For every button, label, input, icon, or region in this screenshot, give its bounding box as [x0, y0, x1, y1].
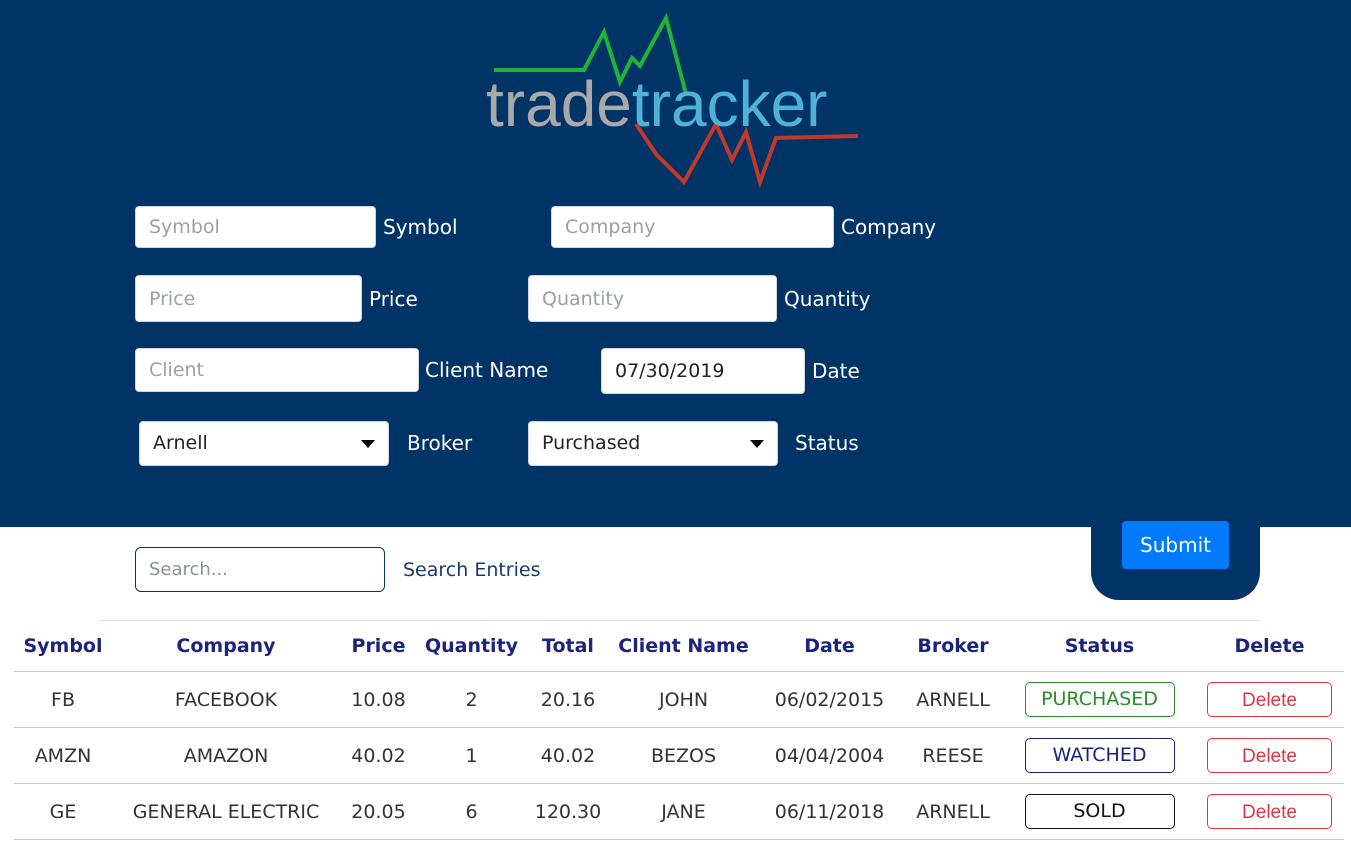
- company-input[interactable]: [551, 206, 834, 248]
- cell-price: 20.05: [340, 783, 417, 840]
- cell-status: SOLD: [1004, 783, 1195, 840]
- search-input[interactable]: [135, 547, 385, 592]
- tradetracker-logo: tradetracker: [486, 12, 859, 189]
- date-input[interactable]: [601, 348, 805, 394]
- client-name-label: Client Name: [425, 358, 549, 382]
- symbol-input[interactable]: [135, 206, 376, 248]
- svg-text:tradetracker: tradetracker: [486, 68, 827, 140]
- status-badge[interactable]: SOLD: [1024, 794, 1175, 829]
- cell-status: PURCHASED: [1004, 671, 1195, 728]
- symbol-label: Symbol: [383, 215, 458, 239]
- cell-quantity: 2: [417, 671, 526, 728]
- table-header-row: Symbol Company Price Quantity Total Clie…: [14, 621, 1344, 672]
- cell-date: 04/04/2004: [757, 727, 902, 784]
- cell-symbol: GE: [14, 783, 112, 840]
- trades-table: Symbol Company Price Quantity Total Clie…: [14, 621, 1344, 840]
- column-header-date[interactable]: Date: [757, 621, 902, 672]
- cell-delete: Delete: [1195, 671, 1344, 728]
- cell-total: 20.16: [526, 671, 610, 728]
- status-select[interactable]: Purchased: [528, 421, 778, 466]
- quantity-input[interactable]: [528, 275, 777, 322]
- delete-button[interactable]: Delete: [1207, 682, 1332, 717]
- chevron-down-icon: [361, 440, 375, 448]
- price-input[interactable]: [135, 275, 362, 322]
- client-input[interactable]: [135, 348, 419, 392]
- cell-broker: ARNELL: [902, 671, 1004, 728]
- cell-client: BEZOS: [610, 727, 757, 784]
- column-header-price[interactable]: Price: [340, 621, 417, 672]
- table-row: FB FACEBOOK 10.08 2 20.16 JOHN 06/02/201…: [14, 671, 1344, 728]
- cell-quantity: 1: [417, 727, 526, 784]
- cell-date: 06/02/2015: [757, 671, 902, 728]
- price-label: Price: [369, 287, 418, 311]
- cell-price: 40.02: [340, 727, 417, 784]
- broker-label: Broker: [407, 431, 473, 455]
- broker-select-value: Arnell: [153, 432, 208, 454]
- broker-select[interactable]: Arnell: [139, 421, 389, 466]
- cell-total: 120.30: [526, 783, 610, 840]
- status-select-value: Purchased: [542, 432, 641, 454]
- status-badge[interactable]: PURCHASED: [1024, 682, 1175, 717]
- cell-delete: Delete: [1195, 727, 1344, 784]
- logo-text-tracker: tracker: [632, 68, 828, 140]
- table-row: AMZN AMAZON 40.02 1 40.02 BEZOS 04/04/20…: [14, 727, 1344, 784]
- chevron-down-icon: [750, 440, 764, 448]
- cell-client: JANE: [610, 783, 757, 840]
- column-header-delete: Delete: [1195, 621, 1344, 672]
- company-label: Company: [841, 215, 937, 239]
- column-header-broker[interactable]: Broker: [902, 621, 1004, 672]
- column-header-status[interactable]: Status: [1004, 621, 1195, 672]
- cell-date: 06/11/2018: [757, 783, 902, 840]
- cell-company: AMAZON: [112, 727, 340, 784]
- quantity-label: Quantity: [784, 287, 871, 311]
- header-panel: tradetracker Symbol Company Price Quanti…: [0, 0, 1351, 527]
- column-header-client-name[interactable]: Client Name: [610, 621, 757, 672]
- column-header-total[interactable]: Total: [526, 621, 610, 672]
- cell-total: 40.02: [526, 727, 610, 784]
- logo-text-trade: trade: [486, 68, 632, 140]
- cell-client: JOHN: [610, 671, 757, 728]
- cell-company: GENERAL ELECTRIC: [112, 783, 340, 840]
- column-header-quantity[interactable]: Quantity: [417, 621, 526, 672]
- cell-symbol: FB: [14, 671, 112, 728]
- column-header-symbol[interactable]: Symbol: [14, 621, 112, 672]
- cell-symbol: AMZN: [14, 727, 112, 784]
- cell-delete: Delete: [1195, 783, 1344, 840]
- cell-price: 10.08: [340, 671, 417, 728]
- table-row: GE GENERAL ELECTRIC 20.05 6 120.30 JANE …: [14, 783, 1344, 840]
- status-label: Status: [795, 431, 859, 455]
- cell-status: WATCHED: [1004, 727, 1195, 784]
- delete-button[interactable]: Delete: [1207, 794, 1332, 829]
- delete-button[interactable]: Delete: [1207, 738, 1332, 773]
- column-header-company[interactable]: Company: [112, 621, 340, 672]
- cell-broker: ARNELL: [902, 783, 1004, 840]
- submit-button[interactable]: Submit: [1122, 521, 1229, 569]
- status-badge[interactable]: WATCHED: [1024, 738, 1175, 773]
- search-entries-label: Search Entries: [403, 559, 541, 581]
- date-label: Date: [812, 359, 860, 383]
- cell-broker: REESE: [902, 727, 1004, 784]
- cell-quantity: 6: [417, 783, 526, 840]
- cell-company: FACEBOOK: [112, 671, 340, 728]
